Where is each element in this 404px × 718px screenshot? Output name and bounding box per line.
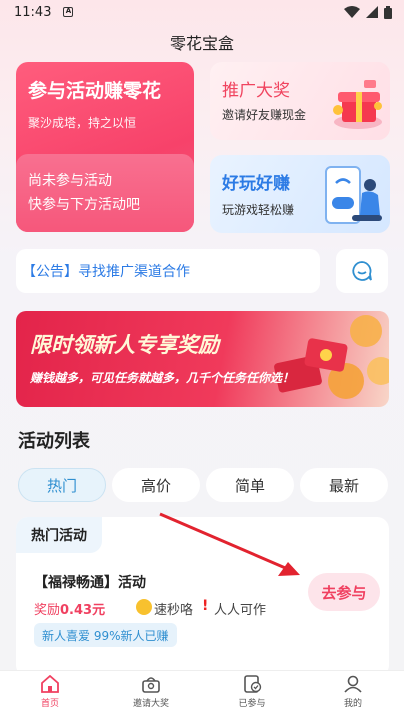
nav-mine[interactable]: 我的 (313, 675, 393, 709)
gift-icon (142, 677, 160, 693)
nav-invite[interactable]: 邀请大奖 (111, 675, 191, 709)
signal-icon (366, 6, 378, 18)
notification-a-icon: A (63, 7, 74, 17)
join-card-lower (16, 154, 194, 232)
nav-mine-label: 我的 (343, 699, 362, 709)
activity-list-title: 活动列表 (18, 431, 90, 452)
activity-reward: 奖励0.43元 (34, 599, 105, 618)
user-icon (344, 675, 362, 693)
nav-joined[interactable]: 已参与 (212, 675, 292, 709)
reward-value: 0.43元 (60, 603, 106, 618)
game-phone-icon (325, 166, 382, 224)
tab-hot[interactable]: 热门 (18, 468, 106, 502)
nav-joined-label: 已参与 (238, 699, 266, 709)
game-card-title: 好玩好赚 (222, 174, 290, 194)
join-activity-card[interactable]: 参与活动赚零花 聚沙成塔，持之以恒 尚未参与活动 快参与下方活动吧 (16, 62, 194, 232)
activity-item-title[interactable]: 【福禄畅通】活动 (34, 572, 146, 592)
nav-invite-label: 邀请大奖 (132, 699, 169, 709)
announcement-text: 【公告】寻找推广渠道合作 (22, 264, 190, 280)
joined-icon (244, 675, 262, 693)
battery-icon (384, 5, 392, 19)
reward-label: 奖励 (34, 603, 61, 618)
heart-eyes-emoji-icon (136, 599, 152, 615)
join-button[interactable]: 去参与 (308, 573, 380, 611)
game-card[interactable]: 好玩好赚 玩游戏轻松赚 (210, 155, 390, 233)
app-title: 零花宝盒 (169, 34, 234, 53)
announcement-bar[interactable]: 【公告】寻找推广渠道合作 (16, 249, 320, 293)
banner-subtitle: 赚钱越多，可见任务就越多，几千个任务任你选！ (30, 371, 295, 385)
game-card-subtitle: 玩游戏轻松赚 (222, 203, 295, 217)
nav-home[interactable]: 首页 (10, 675, 90, 709)
newbie-reward-banner[interactable]: 限时领新人专享奖励 赚钱越多，可见任务就越多，几千个任务任你选！ (16, 311, 389, 407)
tab-simple[interactable]: 简单 (206, 468, 294, 502)
exclamation-icon: ! (202, 598, 209, 614)
promo-card[interactable]: 推广大奖 邀请好友赚现金 (210, 62, 390, 140)
tab-high-price[interactable]: 高价 (112, 468, 200, 502)
chat-bubble-icon (352, 261, 372, 281)
home-icon (41, 675, 59, 693)
nav-home-label: 首页 (40, 699, 59, 709)
status-time: 11:43 (14, 4, 52, 20)
promo-card-subtitle: 邀请好友赚现金 (222, 108, 307, 122)
wifi-icon (344, 6, 360, 18)
red-arrow-annotation (159, 512, 300, 576)
join-card-subtitle: 聚沙成塔，持之以恒 (28, 116, 137, 130)
tab-newest[interactable]: 最新 (300, 468, 388, 502)
anyone-can-do-text: 人人可作 (214, 603, 267, 618)
status-bar: 11:43 A (0, 0, 404, 24)
activity-tabs: 热门 高价 简单 最新 (18, 468, 388, 502)
banner-coins-icon (274, 315, 389, 399)
panel-title: 热门活动 (16, 517, 102, 553)
newbie-tag: 新人喜爱 99%新人已赚 (34, 623, 177, 647)
banner-title: 限时领新人专享奖励 (30, 333, 219, 357)
gift-box-icon (333, 80, 382, 129)
bottom-navigation: 首页 邀请大奖 已参与 我的 (0, 670, 404, 718)
customer-service-button[interactable] (336, 249, 388, 293)
join-card-title: 参与活动赚零花 (28, 80, 162, 102)
quick-review-text: 速秒咯 (154, 603, 194, 618)
promo-card-title: 推广大奖 (222, 81, 290, 101)
join-card-line2: 快参与下方活动吧 (28, 197, 140, 213)
join-card-line1: 尚未参与活动 (28, 173, 112, 189)
